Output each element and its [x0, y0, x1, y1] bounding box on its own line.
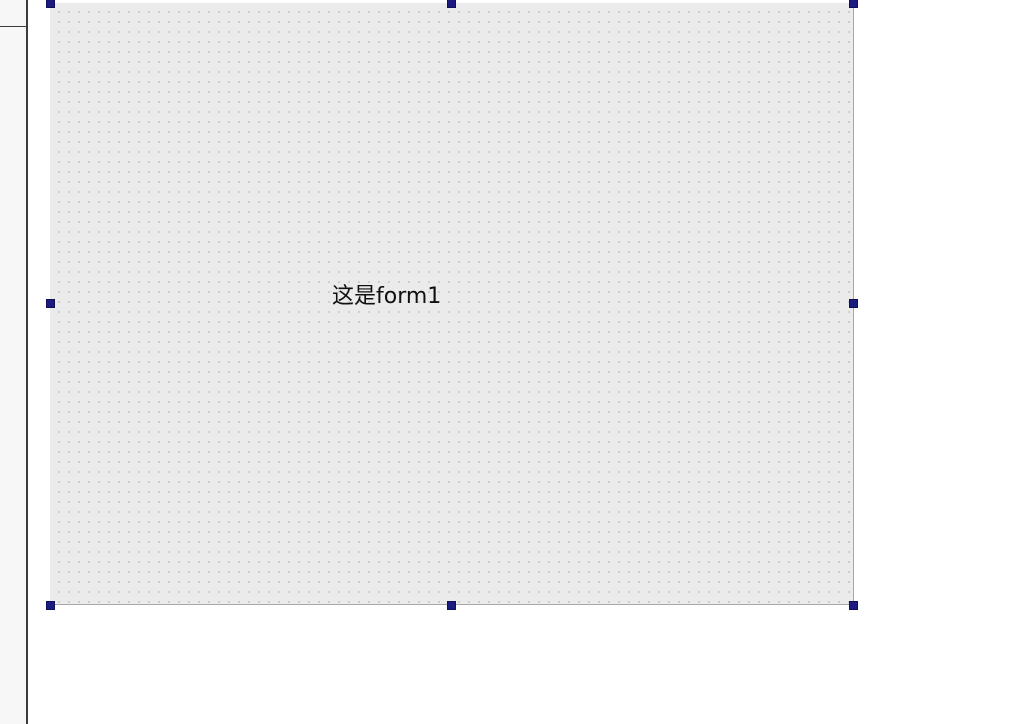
- designer-surface: 这是form1: [0, 0, 1034, 724]
- resize-handle-bottom-center-icon[interactable]: [447, 601, 456, 610]
- form-label[interactable]: 这是form1: [332, 283, 441, 311]
- resize-handle-middle-right-icon[interactable]: [849, 299, 858, 308]
- resize-handle-top-right-icon[interactable]: [849, 0, 858, 8]
- form-canvas[interactable]: 这是form1: [50, 3, 854, 605]
- resize-handle-middle-left-icon[interactable]: [46, 299, 55, 308]
- resize-handle-top-left-icon[interactable]: [46, 0, 55, 8]
- resize-handle-top-center-icon[interactable]: [447, 0, 456, 8]
- resize-handle-bottom-left-icon[interactable]: [46, 601, 55, 610]
- resize-handle-bottom-right-icon[interactable]: [849, 601, 858, 610]
